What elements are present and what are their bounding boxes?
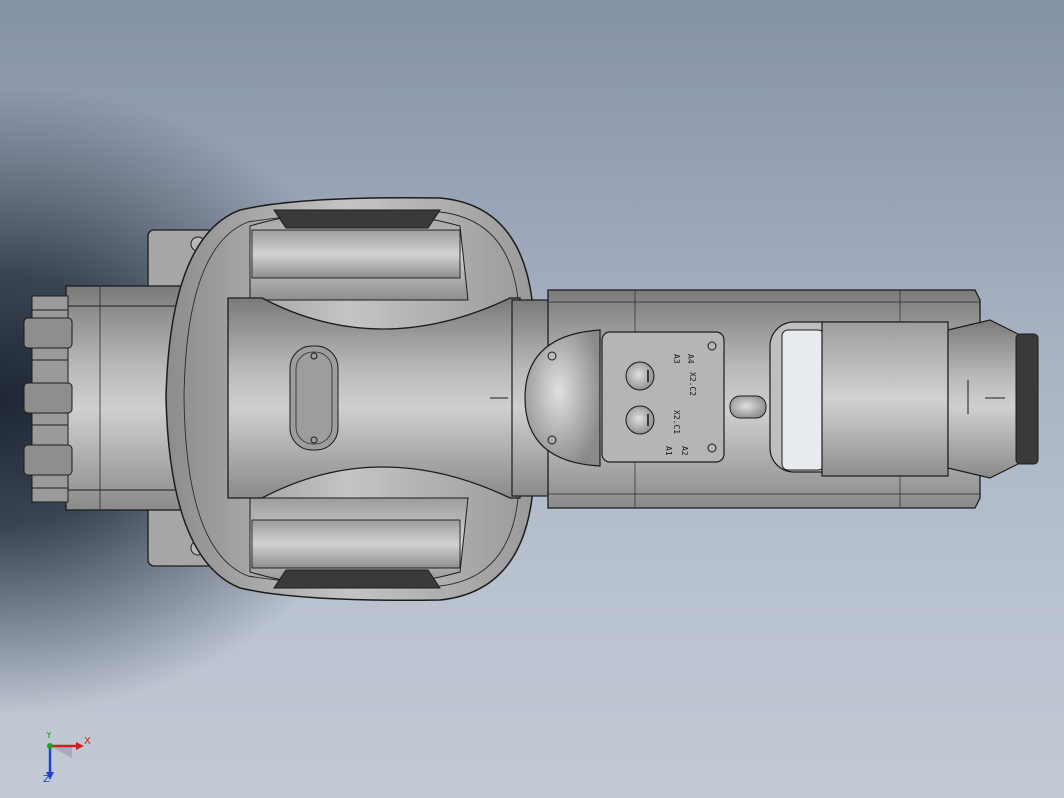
orientation-triad: X Y Z [43,732,91,782]
wrist-knob [729,395,767,419]
label-a3: A3 [672,354,681,364]
label-a1: A1 [664,446,673,456]
label-a2: A2 [680,446,689,456]
label-a4: A4 [686,354,695,364]
wrist-drum [821,319,1039,479]
label-x2c1: X2.C1 [672,410,681,434]
triad-x-label: X [84,736,91,747]
label-x2c2: X2.C2 [688,372,697,396]
robot-arm-model[interactable]: A3 A4 X2.C2 X2.C1 A1 A2 [0,0,1064,798]
connector-panel [601,331,725,463]
triad-z-label: Z [43,774,50,782]
triad-y-label: Y [45,732,53,741]
cad-viewport[interactable]: A3 A4 X2.C2 X2.C1 A1 A2 X Y Z [0,0,1064,798]
base-cable-connectors [23,295,73,503]
